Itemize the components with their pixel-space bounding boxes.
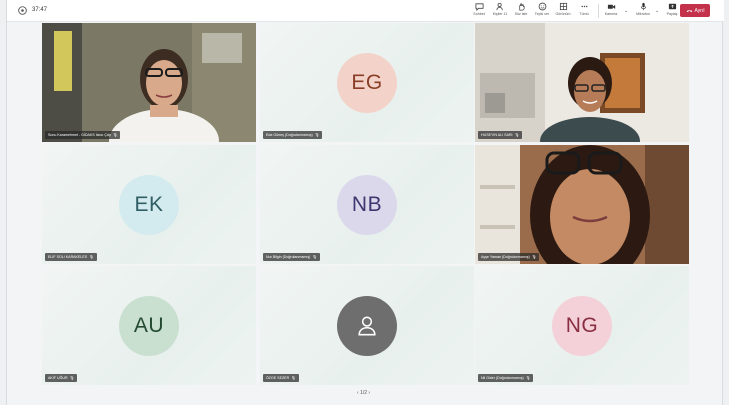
- leave-button[interactable]: Ayrıl: [680, 4, 710, 17]
- participant-tile-avatar[interactable]: NB Nur Bilgin (Doğrulanmamış) 🎙: [260, 145, 474, 264]
- chat-button[interactable]: Sohbet: [469, 2, 489, 20]
- more-button[interactable]: Tümü: [574, 2, 594, 20]
- avatar-initials: EK: [119, 175, 179, 235]
- raise-hand-icon: [518, 3, 525, 11]
- view-grid-icon: [559, 2, 567, 11]
- raise-hand-button[interactable]: Söz iste: [511, 2, 531, 20]
- camera-button[interactable]: Kamera: [601, 2, 621, 20]
- page-indicator: 1/2: [360, 390, 368, 396]
- participant-tile-avatar[interactable]: AU AKİF UĞUR 🎙: [42, 266, 256, 385]
- camera-options-chevron-icon[interactable]: ⌄: [624, 8, 628, 14]
- participant-tile-avatar[interactable]: NG Nil Gider (Doğrulanmamış) 🎙: [475, 266, 689, 385]
- pagination: ‹ 1/2 ›: [357, 390, 370, 396]
- participant-name: Nil Gider (Doğrulanmamış) 🎙: [478, 374, 534, 382]
- participant-tile-video[interactable]: Sunu Karamehmet - GİDAKS İstoc Çdp 🎙: [42, 23, 256, 142]
- chat-icon: [474, 3, 484, 11]
- mic-icon: 🎙: [531, 255, 537, 259]
- mic-icon: 🎙: [514, 133, 520, 137]
- person-icon: [358, 316, 376, 336]
- mic-icon: 🎙: [69, 376, 75, 380]
- avatar-initials: EG: [337, 53, 397, 113]
- phone-hangup-icon: [686, 10, 692, 13]
- participant-name: ELİF SOLI KARAKELES 🎙: [45, 253, 97, 261]
- mic-options-chevron-icon[interactable]: ⌄: [655, 8, 659, 14]
- toolbar-divider: [598, 4, 599, 18]
- meeting-window: 37:47 Sohbet Kişiler 11 Söz iste Tepki v…: [6, 0, 724, 405]
- shield-icon: [18, 6, 27, 15]
- avatar-initials: NG: [552, 296, 612, 356]
- participant-name: HUSEYIN ALI SARI 🎙: [478, 131, 523, 139]
- mic-icon: [640, 2, 646, 11]
- avatar-initials: NB: [337, 175, 397, 235]
- mic-button[interactable]: Mikrofon: [633, 2, 653, 20]
- more-icon: [581, 5, 587, 8]
- mic-icon: 🎙: [112, 133, 118, 137]
- participant-tile-video[interactable]: Ayşe Yaman (Doğrulanmamış) 🎙: [475, 145, 689, 264]
- participant-tile-default-avatar[interactable]: ÖZGE SEZER 🎙: [260, 266, 474, 385]
- participant-name: Sunu Karamehmet - GİDAKS İstoc Çdp 🎙: [45, 131, 121, 139]
- participant-video-feed: [475, 23, 689, 142]
- share-icon: [668, 3, 676, 10]
- people-icon: [495, 2, 503, 11]
- share-button[interactable]: Paylaş: [662, 2, 682, 20]
- avatar-initials: AU: [119, 296, 179, 356]
- participant-name: Eda Güneş (Doğrulanmamış) 🎙: [263, 131, 323, 139]
- camera-icon: [607, 4, 615, 9]
- mic-icon: 🎙: [291, 376, 296, 380]
- participant-name: Ayşe Yaman (Doğrulanmamış) 🎙: [478, 253, 540, 261]
- view-button[interactable]: Görünüm: [553, 2, 573, 20]
- participant-tile-avatar[interactable]: EG Eda Güneş (Doğrulanmamış) 🎙: [260, 23, 474, 142]
- participant-video-feed: [42, 23, 256, 142]
- participant-name: ÖZGE SEZER 🎙: [263, 374, 299, 382]
- default-avatar: [337, 296, 397, 356]
- participant-name: AKİF UĞUR 🎙: [45, 374, 78, 382]
- mic-icon: 🎙: [312, 255, 317, 259]
- participant-tile-avatar[interactable]: EK ELİF SOLI KARAKELES 🎙: [42, 145, 256, 264]
- participant-name: Nur Bilgin (Doğrulanmamış) 🎙: [263, 253, 320, 261]
- previous-page-icon[interactable]: ‹: [357, 390, 359, 396]
- participant-tile-video[interactable]: HUSEYIN ALI SARI 🎙: [475, 23, 689, 142]
- participant-video-feed: [475, 145, 689, 264]
- react-button[interactable]: Tepki ver: [532, 2, 552, 20]
- mic-icon: 🎙: [89, 255, 94, 259]
- mic-icon: 🎙: [525, 376, 531, 380]
- meeting-toolbar: 37:47 Sohbet Kişiler 11 Söz iste Tepki v…: [7, 0, 724, 22]
- people-button[interactable]: Kişiler 11: [490, 2, 510, 20]
- meeting-timer: 37:47: [32, 7, 48, 13]
- next-page-icon[interactable]: ›: [368, 390, 370, 396]
- people-count: 11: [503, 12, 508, 16]
- react-icon: [538, 2, 546, 11]
- people-label: Kişiler 11: [492, 12, 508, 16]
- mic-icon: 🎙: [314, 133, 320, 137]
